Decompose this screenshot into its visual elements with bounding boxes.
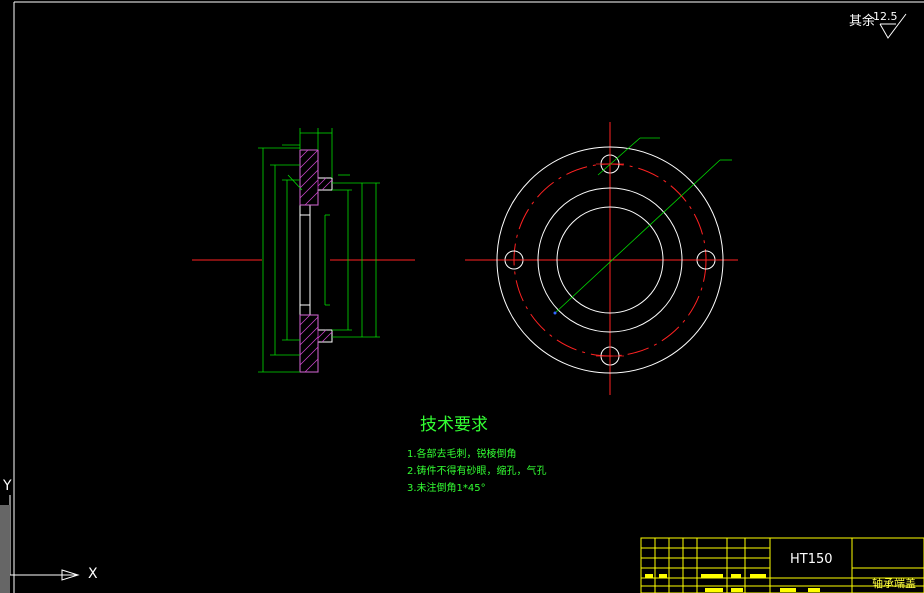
axis-y-label: Y [3, 478, 12, 494]
front-dimension-leaders [554, 137, 732, 314]
note-1: 1.各部去毛刺，锐棱倒角 [407, 449, 517, 460]
roughness-label: 其余 [849, 14, 876, 29]
ucs-origin-marker [0, 505, 10, 593]
part-name: 轴承端盖 [872, 577, 916, 590]
section-view [192, 128, 415, 373]
technical-notes: 1.各部去毛刺，锐棱倒角 2.铸件不得有砂眼，缩孔，气孔 3.未注倒角1*45° [407, 446, 547, 497]
roughness-value: 12.5 [873, 10, 898, 23]
cad-drawing-canvas[interactable] [0, 0, 924, 593]
technical-requirements-title: 技术要求 [420, 415, 488, 435]
section-hatch [299, 149, 333, 373]
ucs-icon [9, 495, 80, 581]
material-label: HT150 [790, 552, 833, 567]
note-2: 2.铸件不得有砂眼，缩孔，气孔 [407, 466, 547, 477]
axis-x-label: X [88, 566, 98, 582]
title-block-fillers [645, 574, 820, 592]
drawing-border [13, 1, 924, 593]
section-dimensions [258, 128, 380, 373]
front-view [465, 122, 738, 395]
note-3: 3.未注倒角1*45° [407, 483, 486, 494]
